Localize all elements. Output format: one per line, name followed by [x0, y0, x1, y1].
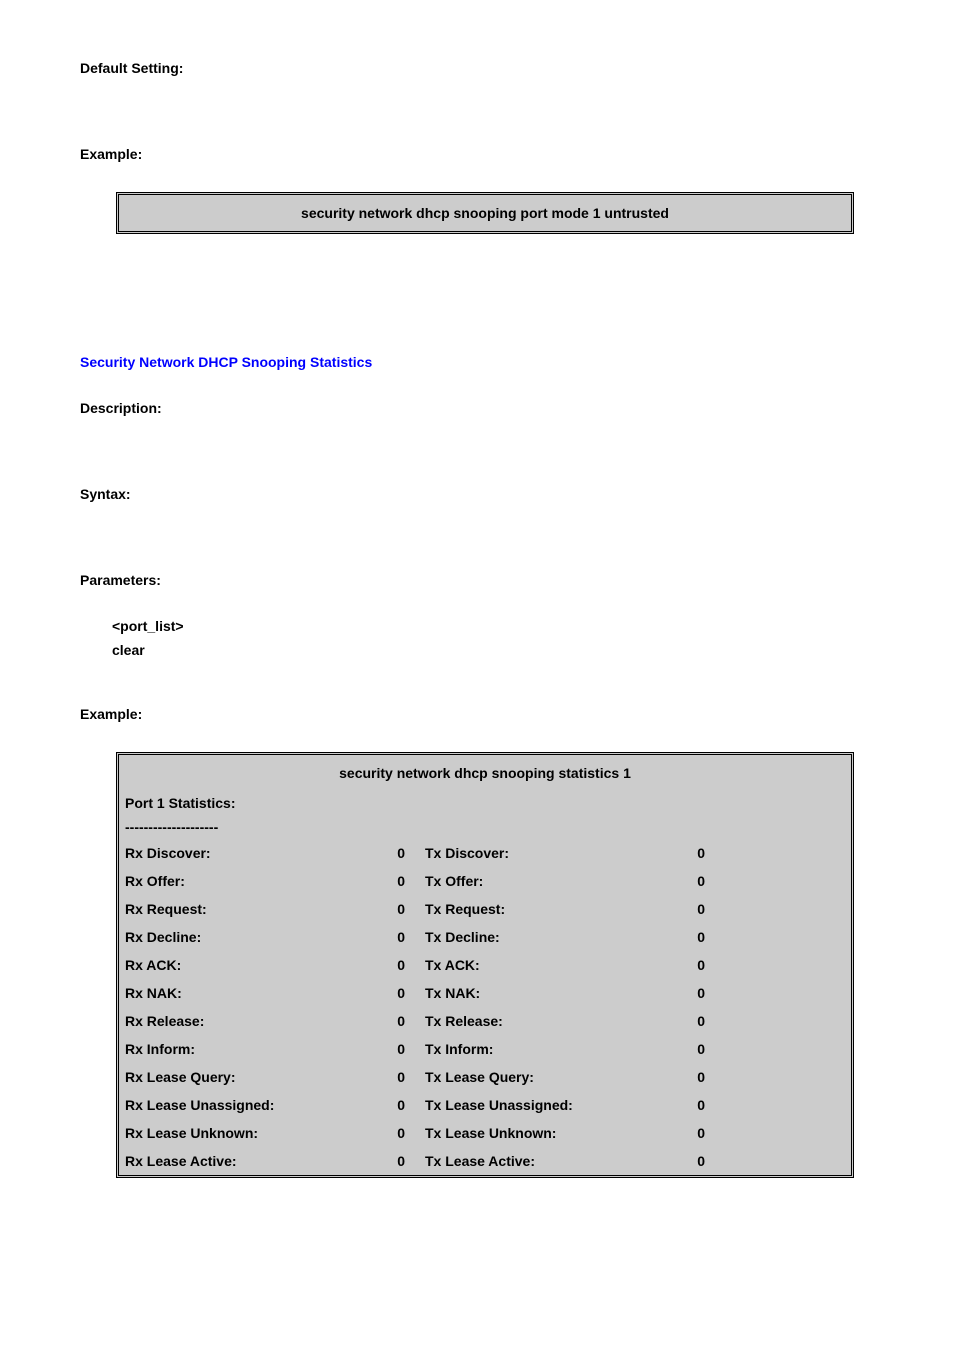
stats-rx-value: 0: [365, 957, 425, 973]
stats-row: Rx Inform:0Tx Inform:0: [119, 1035, 851, 1063]
stats-rx-label: Rx Lease Query:: [125, 1069, 365, 1085]
stats-output-box: security network dhcp snooping statistic…: [116, 752, 854, 1178]
stats-rx-label: Rx Decline:: [125, 929, 365, 945]
stats-tx-label: Tx Lease Query:: [425, 1069, 645, 1085]
stats-tx-label: Tx Inform:: [425, 1041, 645, 1057]
stats-tx-value: 0: [645, 985, 705, 1001]
stats-tx-value: 0: [645, 929, 705, 945]
stats-row: Rx Offer:0Tx Offer:0: [119, 867, 851, 895]
stats-tx-value: 0: [645, 1069, 705, 1085]
stats-rx-value: 0: [365, 901, 425, 917]
stats-tx-label: Tx NAK:: [425, 985, 645, 1001]
stats-row: Rx Lease Unassigned:0Tx Lease Unassigned…: [119, 1091, 851, 1119]
stats-rx-value: 0: [365, 929, 425, 945]
stats-tx-label: Tx Discover:: [425, 845, 645, 861]
stats-rx-value: 0: [365, 1125, 425, 1141]
stats-rx-value: 0: [365, 1013, 425, 1029]
stats-rx-value: 0: [365, 1153, 425, 1169]
stats-tx-label: Tx Lease Active:: [425, 1153, 645, 1169]
example-label-1: Example:: [80, 146, 874, 162]
stats-port-header: Port 1 Statistics:: [119, 791, 851, 815]
stats-row: Rx Request:0Tx Request:0: [119, 895, 851, 923]
section-title: Security Network DHCP Snooping Statistic…: [80, 354, 874, 370]
stats-tx-value: 0: [645, 845, 705, 861]
stats-tx-value: 0: [645, 957, 705, 973]
stats-rx-label: Rx Lease Unassigned:: [125, 1097, 365, 1113]
example-label-2: Example:: [80, 706, 874, 722]
stats-tx-label: Tx ACK:: [425, 957, 645, 973]
syntax-label: Syntax:: [80, 486, 874, 502]
stats-rx-label: Rx Release:: [125, 1013, 365, 1029]
param-clear: clear: [112, 642, 874, 658]
stats-rx-value: 0: [365, 845, 425, 861]
stats-rx-label: Rx Request:: [125, 901, 365, 917]
stats-tx-label: Tx Offer:: [425, 873, 645, 889]
stats-tx-value: 0: [645, 1097, 705, 1113]
stats-command-line: security network dhcp snooping statistic…: [119, 755, 851, 791]
param-port-list: <port_list>: [112, 618, 874, 634]
stats-rx-label: Rx Discover:: [125, 845, 365, 861]
stats-rx-label: Rx Lease Active:: [125, 1153, 365, 1169]
stats-tx-label: Tx Decline:: [425, 929, 645, 945]
stats-tx-value: 0: [645, 1153, 705, 1169]
stats-tx-value: 0: [645, 873, 705, 889]
stats-rx-label: Rx NAK:: [125, 985, 365, 1001]
stats-row: Rx Lease Query:0Tx Lease Query:0: [119, 1063, 851, 1091]
stats-tx-label: Tx Release:: [425, 1013, 645, 1029]
stats-tx-value: 0: [645, 1125, 705, 1141]
stats-rx-label: Rx Lease Unknown:: [125, 1125, 365, 1141]
stats-rx-label: Rx Inform:: [125, 1041, 365, 1057]
stats-rx-value: 0: [365, 1041, 425, 1057]
description-label: Description:: [80, 400, 874, 416]
stats-dashes: --------------------: [119, 815, 851, 839]
stats-row: Rx NAK:0Tx NAK:0: [119, 979, 851, 1007]
stats-rx-label: Rx Offer:: [125, 873, 365, 889]
stats-tx-value: 0: [645, 1041, 705, 1057]
command-box-1: security network dhcp snooping port mode…: [116, 192, 854, 234]
default-setting-label: Default Setting:: [80, 60, 874, 76]
stats-rx-value: 0: [365, 873, 425, 889]
stats-row: Rx Release:0Tx Release:0: [119, 1007, 851, 1035]
stats-tx-label: Tx Lease Unassigned:: [425, 1097, 645, 1113]
stats-tx-value: 0: [645, 1013, 705, 1029]
stats-tx-value: 0: [645, 901, 705, 917]
stats-rx-value: 0: [365, 985, 425, 1001]
stats-rx-value: 0: [365, 1069, 425, 1085]
stats-tx-label: Tx Request:: [425, 901, 645, 917]
parameters-label: Parameters:: [80, 572, 874, 588]
stats-row: Rx Lease Unknown:0Tx Lease Unknown:0: [119, 1119, 851, 1147]
stats-rx-value: 0: [365, 1097, 425, 1113]
stats-row: Rx Decline:0Tx Decline:0: [119, 923, 851, 951]
stats-row: Rx ACK:0Tx ACK:0: [119, 951, 851, 979]
stats-row: Rx Discover:0Tx Discover:0: [119, 839, 851, 867]
stats-tx-label: Tx Lease Unknown:: [425, 1125, 645, 1141]
stats-row: Rx Lease Active:0Tx Lease Active:0: [119, 1147, 851, 1175]
stats-rx-label: Rx ACK:: [125, 957, 365, 973]
